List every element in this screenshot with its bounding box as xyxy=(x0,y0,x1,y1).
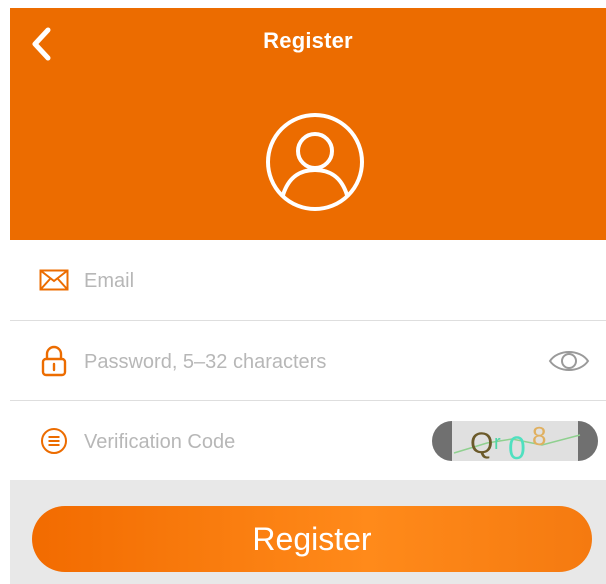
password-row xyxy=(10,320,606,401)
eye-icon xyxy=(548,351,590,371)
captcha-char-2: r xyxy=(494,432,501,454)
captcha-char-3: 0 xyxy=(508,430,526,466)
email-row xyxy=(10,240,606,320)
captcha-image[interactable]: Q r 0 8 xyxy=(432,415,598,467)
footer-area: Register xyxy=(10,480,606,584)
user-avatar-icon[interactable] xyxy=(263,110,367,214)
page-title: Register xyxy=(263,28,353,53)
password-field[interactable] xyxy=(82,341,486,383)
header-bar: Register xyxy=(10,8,606,240)
email-field[interactable] xyxy=(82,260,486,302)
lock-icon xyxy=(36,345,72,377)
register-button[interactable]: Register xyxy=(32,506,592,572)
envelope-icon xyxy=(36,264,72,296)
captcha-char-4: 8 xyxy=(532,421,546,451)
verification-code-field[interactable] xyxy=(82,421,486,463)
list-icon xyxy=(36,425,72,457)
verification-row: Q r 0 8 xyxy=(10,400,606,481)
show-password-toggle[interactable] xyxy=(546,345,592,377)
captcha-char-1: Q xyxy=(470,427,493,460)
